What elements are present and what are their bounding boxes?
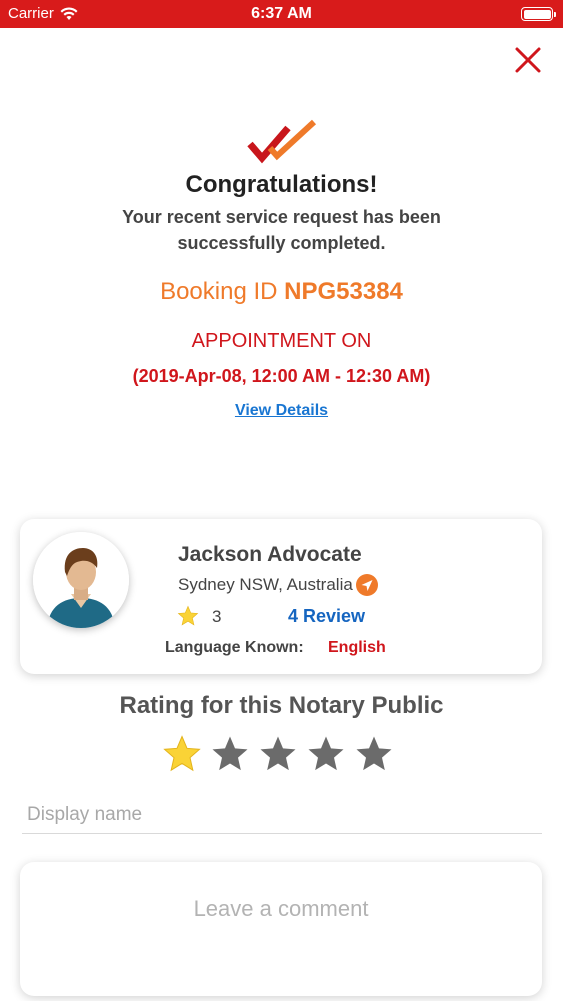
star-icon: [177, 605, 199, 626]
booking-id: Booking ID NPG53384: [0, 278, 563, 306]
appointment-time: (2019-Apr-08, 12:00 AM - 12:30 AM): [132, 366, 431, 386]
navigation-icon[interactable]: [355, 574, 378, 596]
close-icon[interactable]: [510, 42, 546, 78]
rating-title: Rating for this Notary Public: [119, 692, 444, 719]
star-4-icon[interactable]: [306, 734, 346, 774]
comment-box: [20, 862, 542, 996]
booking-id-label: Booking ID: [160, 278, 278, 305]
star-1-icon[interactable]: [162, 734, 202, 774]
location-text: Sydney NSW, Australia: [178, 575, 353, 594]
notary-profile-card: Jackson Advocate Sydney NSW, Australia 3…: [20, 519, 542, 674]
language-label: Language Known:: [165, 639, 304, 656]
status-bar: Carrier 6:37 AM: [0, 0, 563, 28]
comment-input[interactable]: [20, 862, 542, 996]
avatar: [33, 532, 129, 628]
double-check-icon: [247, 119, 317, 164]
person-avatar-icon: [33, 532, 129, 628]
notary-name: Jackson Advocate: [178, 543, 362, 566]
booking-id-value: NPG53384: [284, 278, 403, 305]
display-name-input[interactable]: [22, 796, 542, 834]
page-title: Congratulations!: [185, 171, 378, 198]
status-time: 6:37 AM: [251, 5, 312, 22]
appointment-label: APPOINTMENT ON: [191, 330, 372, 352]
star-2-icon[interactable]: [210, 734, 250, 774]
rating-value: 3: [212, 607, 222, 626]
star-rating: [162, 734, 402, 778]
notary-location: Sydney NSW, Australia: [178, 574, 378, 596]
view-details-link[interactable]: View Details: [0, 402, 563, 420]
star-3-icon[interactable]: [258, 734, 298, 774]
star-5-icon[interactable]: [354, 734, 394, 774]
language-value: English: [328, 639, 386, 656]
reviews-link[interactable]: 4 Review: [288, 606, 365, 627]
battery-icon: [521, 7, 556, 21]
success-message: Your recent service request has been suc…: [122, 207, 441, 253]
